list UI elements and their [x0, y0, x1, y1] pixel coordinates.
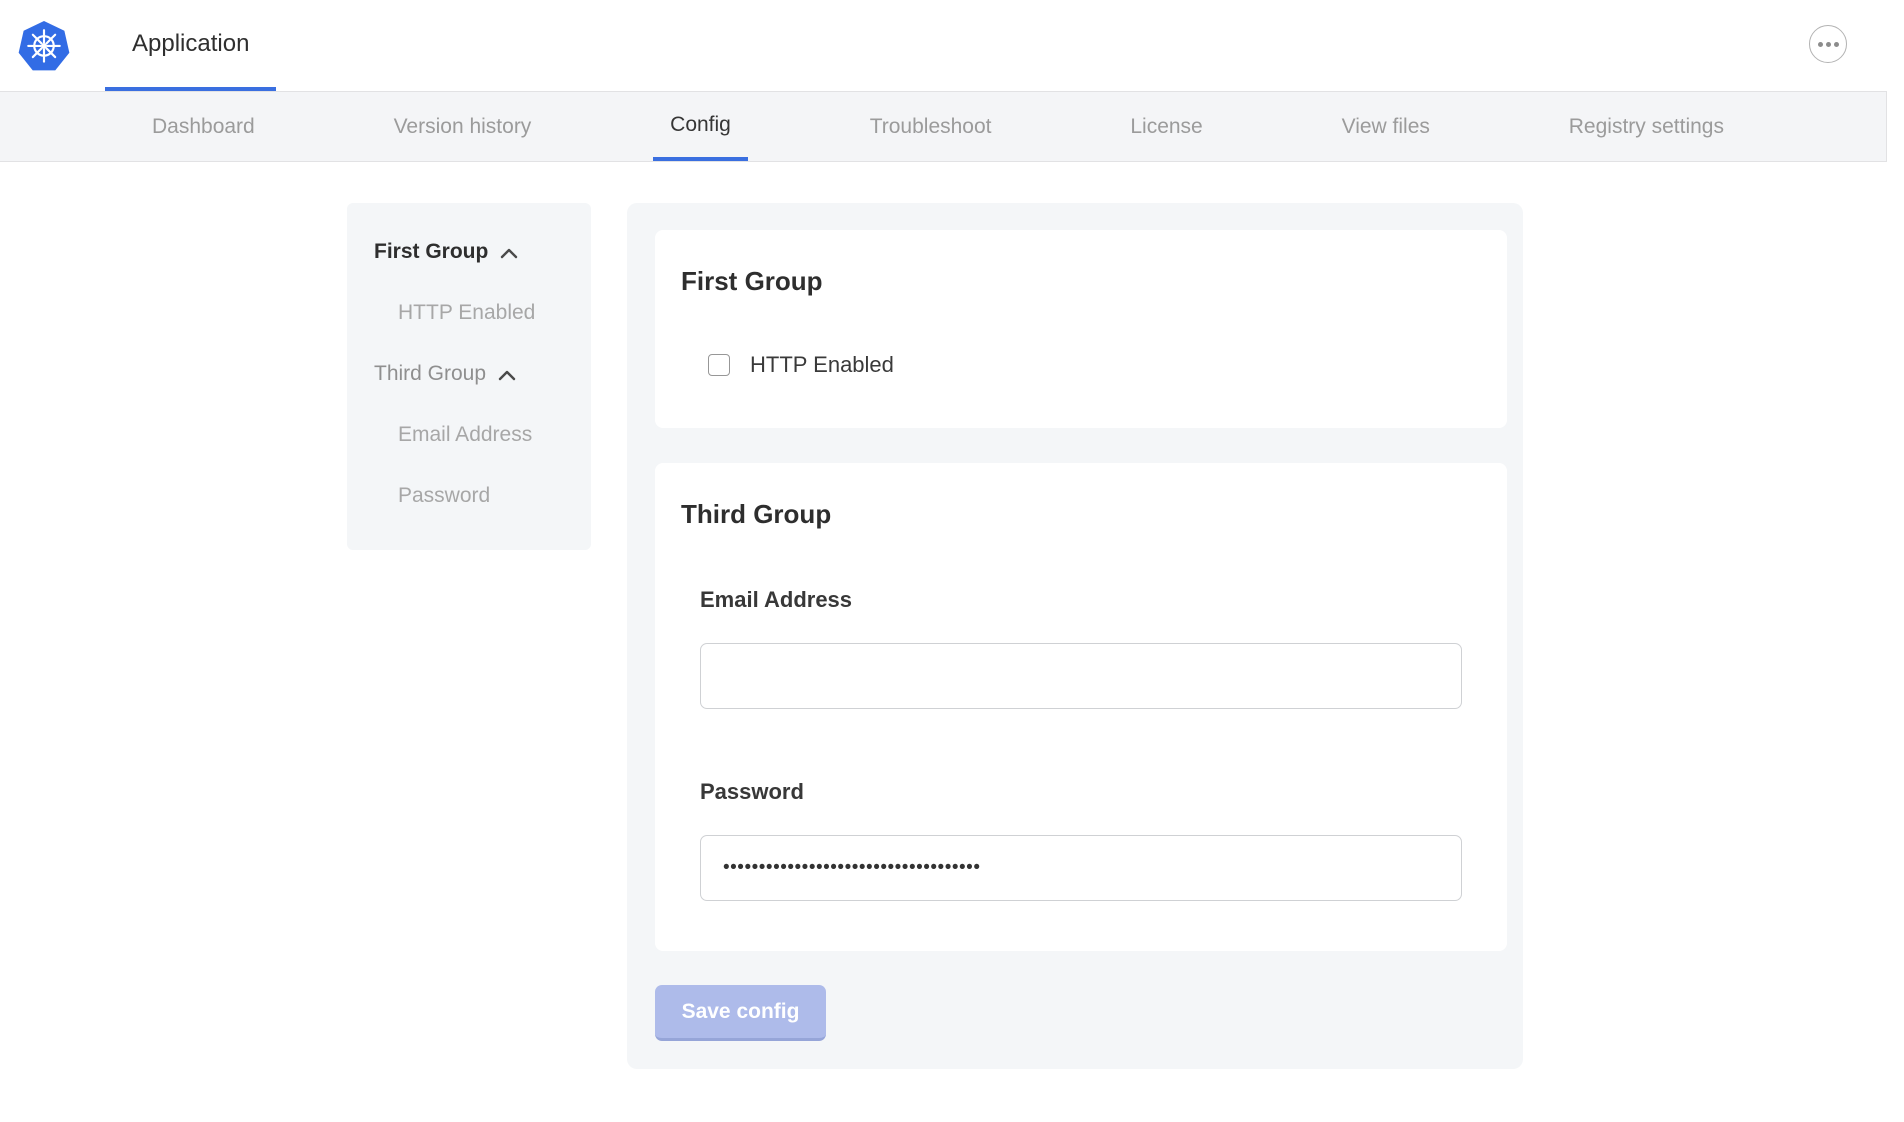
- tab-config[interactable]: Config: [653, 92, 748, 161]
- chevron-up-icon: [497, 369, 517, 381]
- config-form-panel: First Group HTTP Enabled Third Group Ema…: [627, 203, 1523, 1069]
- field-label: Email Address: [700, 589, 1477, 611]
- save-config-button[interactable]: Save config: [655, 985, 826, 1041]
- app-header: Application: [0, 0, 1904, 91]
- http-enabled-field: HTTP Enabled: [708, 352, 1477, 378]
- config-group-first-group: First Group HTTP Enabled: [655, 230, 1507, 428]
- tab-license[interactable]: License: [1113, 92, 1219, 161]
- application-tab[interactable]: Application: [105, 0, 276, 91]
- password-field: Password: [700, 781, 1477, 901]
- kubernetes-logo: [18, 21, 70, 73]
- group-title: Third Group: [681, 501, 1477, 527]
- config-group-third-group: Third Group Email Address Password: [655, 463, 1507, 951]
- sidebar-item-email-address[interactable]: Email Address: [374, 422, 575, 447]
- tab-troubleshoot[interactable]: Troubleshoot: [853, 92, 1009, 161]
- sidebar-group-third-group[interactable]: Third Group: [374, 361, 575, 386]
- config-page: First Group HTTP Enabled Third Group Ema…: [347, 203, 1904, 1069]
- email-address-field: Email Address: [700, 589, 1477, 709]
- sidebar-item-http-enabled[interactable]: HTTP Enabled: [374, 300, 575, 325]
- nav-tabs: Dashboard Version history Config Trouble…: [135, 92, 1741, 161]
- app-nav-bar: Dashboard Version history Config Trouble…: [0, 91, 1887, 162]
- http-enabled-checkbox[interactable]: [708, 354, 730, 376]
- tab-view-files[interactable]: View files: [1325, 92, 1447, 161]
- tab-registry-settings[interactable]: Registry settings: [1552, 92, 1741, 161]
- tab-version-history[interactable]: Version history: [377, 92, 549, 161]
- checkbox-label[interactable]: HTTP Enabled: [750, 352, 894, 378]
- chevron-up-icon: [499, 247, 519, 259]
- email-address-input[interactable]: [700, 643, 1462, 709]
- tab-dashboard[interactable]: Dashboard: [135, 92, 272, 161]
- password-input[interactable]: [700, 835, 1462, 901]
- ellipsis-icon: [1818, 42, 1823, 47]
- config-sidebar: First Group HTTP Enabled Third Group Ema…: [347, 203, 591, 550]
- field-label: Password: [700, 781, 1477, 803]
- overflow-menu-button[interactable]: [1809, 25, 1847, 63]
- group-title: First Group: [681, 268, 1477, 294]
- sidebar-group-first-group[interactable]: First Group: [374, 239, 575, 264]
- sidebar-item-password[interactable]: Password: [374, 483, 575, 508]
